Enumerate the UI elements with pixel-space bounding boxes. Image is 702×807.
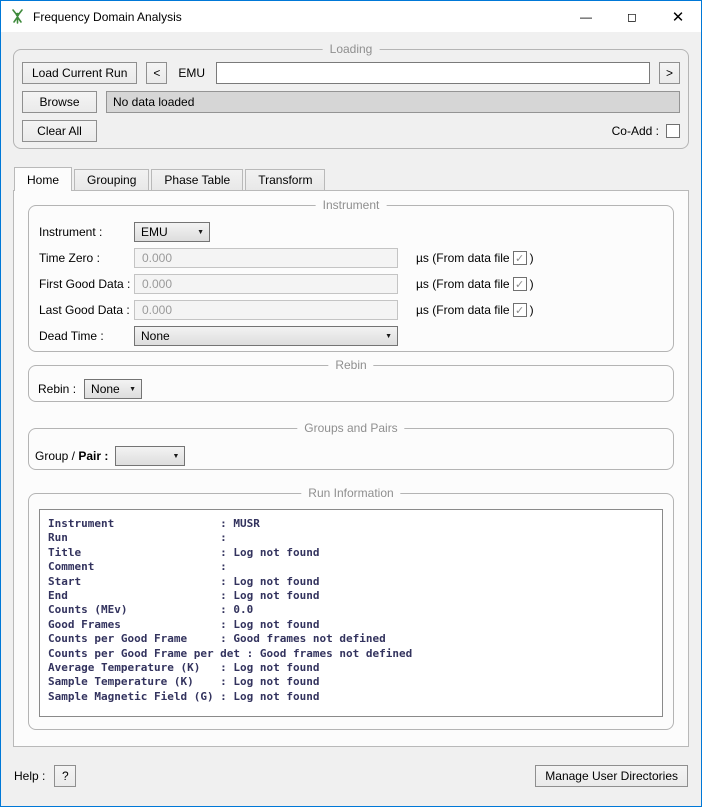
first-good-data-input: 0.000 [134, 274, 398, 294]
footer: Help : ? Manage User Directories [14, 765, 688, 787]
load-run-row: Load Current Run < EMU > [22, 62, 680, 84]
help-label: Help : [14, 769, 45, 783]
loading-groupbox: Loading Load Current Run < EMU > Browse … [13, 49, 689, 149]
group-pair-label: Group / Pair : [35, 449, 108, 463]
tab-grouping[interactable]: Grouping [74, 169, 149, 190]
time-zero-row: Time Zero : 0.000 µs (From data file ✓ ) [39, 248, 663, 268]
last-good-data-input: 0.000 [134, 300, 398, 320]
first-good-data-row: First Good Data : 0.000 µs (From data fi… [39, 274, 663, 294]
instrument-prefix-label: EMU [178, 66, 205, 80]
dead-time-select[interactable]: None ▼ [134, 326, 398, 346]
home-tab-pane: Instrument Instrument : EMU ▼ Time Zero … [13, 190, 689, 747]
dropdown-arrow-icon: ▼ [129, 386, 136, 393]
time-zero-label: Time Zero : [39, 251, 134, 265]
first-good-from-file-checkbox[interactable]: ✓ [513, 277, 527, 291]
instrument-select-value: EMU [141, 225, 168, 239]
load-status-field: No data loaded [106, 91, 680, 113]
dropdown-arrow-icon: ▼ [197, 229, 204, 236]
run-information-panel: Instrument : MUSR Run : Title : Log not … [39, 509, 663, 717]
dropdown-arrow-icon: ▼ [385, 333, 392, 340]
run-information-groupbox: Run Information Instrument : MUSR Run : … [28, 493, 674, 730]
rebin-groupbox: Rebin Rebin : None ▼ [28, 365, 674, 402]
clear-all-button[interactable]: Clear All [22, 120, 97, 142]
browse-row: Browse No data loaded [22, 91, 680, 113]
first-good-data-label: First Good Data : [39, 277, 134, 291]
instrument-label: Instrument : [39, 225, 134, 239]
manage-user-directories-button[interactable]: Manage User Directories [535, 765, 688, 787]
dead-time-select-value: None [141, 329, 170, 343]
time-zero-input: 0.000 [134, 248, 398, 268]
frequency-domain-analysis-window: Frequency Domain Analysis — ◻ ✕ Loading … [0, 0, 702, 807]
run-information-text: Instrument : MUSR Run : Title : Log not … [40, 510, 662, 704]
unit-label: µs (From data file [416, 303, 510, 317]
caption-buttons: — ◻ ✕ [563, 1, 701, 32]
dead-time-row: Dead Time : None ▼ [39, 326, 663, 346]
help-button[interactable]: ? [54, 765, 76, 787]
unit-label: µs (From data file [416, 277, 510, 291]
rebin-label: Rebin : [38, 382, 76, 396]
groups-pairs-groupbox: Groups and Pairs Group / Pair : ▼ [28, 428, 674, 470]
minimize-button[interactable]: — [563, 1, 609, 32]
unit-close: ) [530, 251, 534, 265]
instrument-groupbox: Instrument Instrument : EMU ▼ Time Zero … [28, 205, 674, 352]
last-good-from-file-checkbox[interactable]: ✓ [513, 303, 527, 317]
time-zero-from-file-checkbox[interactable]: ✓ [513, 251, 527, 265]
group-pair-select[interactable]: ▼ [115, 446, 185, 466]
pair-label-bold: Pair : [78, 449, 108, 463]
maximize-button[interactable]: ◻ [609, 1, 655, 32]
next-run-button[interactable]: > [659, 62, 680, 84]
last-good-data-unit: µs (From data file ✓ ) [416, 303, 534, 317]
instrument-row: Instrument : EMU ▼ [39, 222, 663, 242]
unit-close: ) [530, 277, 534, 291]
unit-close: ) [530, 303, 534, 317]
first-good-data-unit: µs (From data file ✓ ) [416, 277, 534, 291]
clear-row: Clear All Co-Add : [22, 120, 680, 142]
mantid-logo-icon [9, 8, 26, 25]
time-zero-unit: µs (From data file ✓ ) [416, 251, 534, 265]
run-number-input[interactable] [216, 62, 650, 84]
close-button[interactable]: ✕ [655, 1, 701, 32]
loading-legend: Loading [323, 42, 380, 56]
groups-pairs-legend: Groups and Pairs [297, 421, 404, 435]
coadd-checkbox[interactable] [666, 124, 680, 138]
rebin-select[interactable]: None ▼ [84, 379, 142, 399]
window-title: Frequency Domain Analysis [33, 10, 182, 24]
tab-bar: Home Grouping Phase Table Transform [14, 167, 701, 190]
tab-transform[interactable]: Transform [245, 169, 325, 190]
browse-button[interactable]: Browse [22, 91, 97, 113]
last-good-data-row: Last Good Data : 0.000 µs (From data fil… [39, 300, 663, 320]
rebin-legend: Rebin [328, 358, 373, 372]
tab-phase-table[interactable]: Phase Table [151, 169, 243, 190]
previous-run-button[interactable]: < [146, 62, 167, 84]
unit-label: µs (From data file [416, 251, 510, 265]
coadd-label: Co-Add : [612, 124, 659, 138]
load-current-run-button[interactable]: Load Current Run [22, 62, 137, 84]
run-information-legend: Run Information [301, 486, 400, 500]
tab-home[interactable]: Home [14, 167, 72, 191]
instrument-legend: Instrument [316, 198, 387, 212]
last-good-data-label: Last Good Data : [39, 303, 134, 317]
dead-time-label: Dead Time : [39, 329, 134, 343]
instrument-select[interactable]: EMU ▼ [134, 222, 210, 242]
title-bar: Frequency Domain Analysis — ◻ ✕ [1, 1, 701, 32]
group-label-prefix: Group / [35, 449, 78, 463]
dropdown-arrow-icon: ▼ [172, 453, 179, 460]
rebin-select-value: None [91, 382, 120, 396]
